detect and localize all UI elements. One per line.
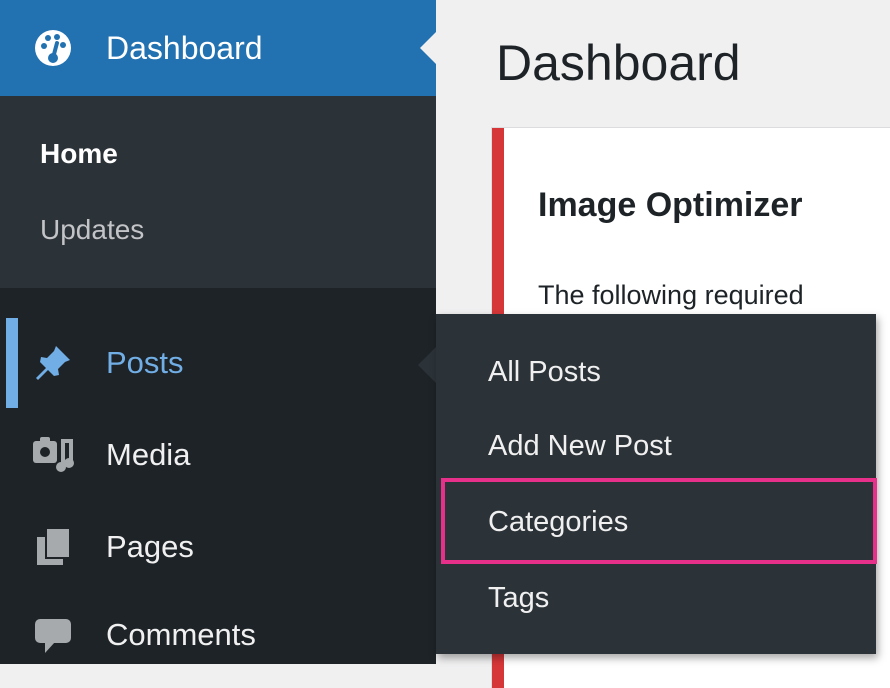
media-icon — [30, 432, 76, 478]
sidebar-item-dashboard[interactable]: Dashboard — [0, 0, 436, 96]
dashboard-gauge-icon — [30, 25, 76, 71]
sidebar-item-pages[interactable]: Pages — [106, 529, 194, 565]
sidebar-item-posts[interactable]: Posts — [106, 345, 184, 381]
pin-icon — [30, 340, 76, 386]
flyout-item-all-posts[interactable]: All Posts — [488, 356, 601, 389]
flyout-item-categories[interactable]: Categories — [488, 506, 628, 539]
posts-flyout-menu: All Posts Add New Post Categories Tags — [436, 314, 876, 654]
pages-icon — [30, 524, 76, 570]
page-title: Dashboard — [496, 35, 741, 91]
submenu-item-updates[interactable]: Updates — [40, 214, 144, 246]
sidebar-item-label: Dashboard — [106, 29, 263, 66]
notice-text: The following required — [538, 280, 804, 310]
notice-title: Image Optimizer — [538, 186, 803, 224]
admin-sidebar: Dashboard Home Updates Posts Media Pages… — [0, 0, 438, 664]
sidebar-item-comments[interactable]: Comments — [106, 617, 256, 653]
submenu-item-home[interactable]: Home — [40, 138, 118, 170]
flyout-item-tags[interactable]: Tags — [488, 582, 549, 615]
flyout-pointer — [418, 345, 438, 385]
active-menu-indicator — [6, 318, 18, 408]
sidebar-item-media[interactable]: Media — [106, 437, 190, 473]
comment-icon — [30, 612, 76, 658]
dashboard-submenu: Home Updates — [0, 96, 436, 288]
flyout-item-add-new-post[interactable]: Add New Post — [488, 430, 672, 463]
current-page-arrow — [420, 30, 438, 66]
